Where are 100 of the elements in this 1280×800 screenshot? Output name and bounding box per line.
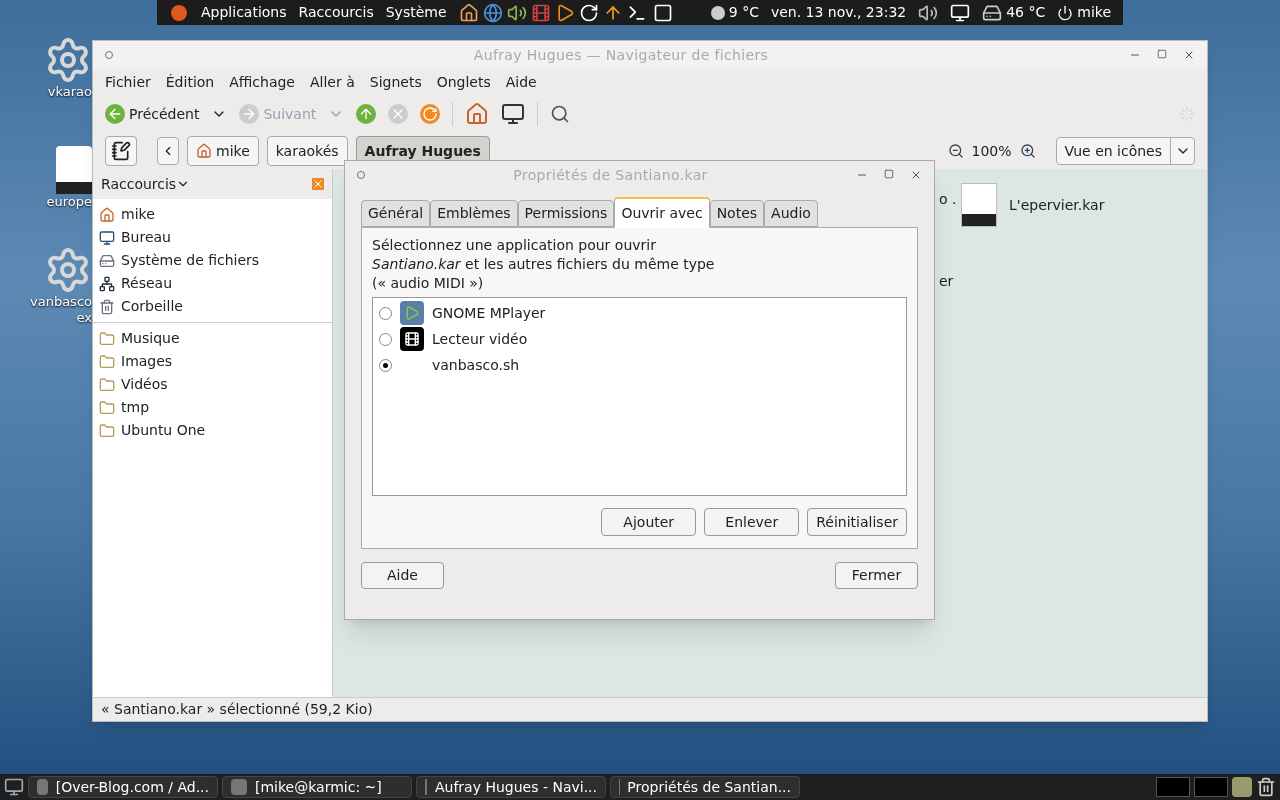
menu-item[interactable]: Aller à [310,71,355,93]
workspace-switcher[interactable] [1194,777,1228,797]
radio-button[interactable] [379,358,392,372]
tab[interactable]: Notes [709,200,765,227]
application-name[interactable]: Lecteur vidéo [432,328,528,350]
drive-icon [99,252,115,269]
menu-item[interactable]: Affichage [229,71,295,93]
film-icon [400,327,424,351]
maximize-icon[interactable] [1157,49,1167,59]
menu-item[interactable]: Fichier [105,71,151,93]
power-icon[interactable] [1057,4,1074,21]
panel-menu[interactable]: Applications [201,2,287,23]
tab[interactable]: Emblèmes [430,200,518,227]
application-name[interactable]: vanbasco.sh [432,354,520,376]
desktop-icon [99,229,115,246]
midi-file-icon[interactable] [961,183,997,227]
video-play-icon [400,301,424,325]
folder-icon [99,330,115,347]
list-action-button[interactable]: Réinitialiser [807,508,907,536]
user-name[interactable]: mike [1077,2,1111,23]
browser-icon[interactable] [482,2,503,23]
home-icon[interactable] [458,2,479,23]
taskbar-item[interactable]: [mike@karmic: ~] [222,776,412,798]
taskbar-item[interactable]: Propriétés de Santian... [610,776,800,798]
sidebar-item[interactable]: Vidéos [121,374,168,395]
description-line: (« audio MIDI ») [372,274,485,293]
menu-item[interactable]: Édition [165,71,215,93]
status-text: « Santiano.kar » sélectionné (59,2 Kio) [101,700,373,719]
list-action-button[interactable]: Enlever [704,508,800,536]
path-button[interactable]: karaokés [266,136,348,166]
menu-item[interactable]: Signets [369,71,422,93]
folder-icon [99,353,115,370]
search-icon[interactable] [550,104,571,124]
sync-icon[interactable] [578,2,599,23]
sidebar-item[interactable]: tmp [121,397,149,418]
help-button[interactable]: Aide [361,562,444,589]
sidebar-item[interactable]: Musique [121,328,180,349]
radio-button[interactable] [379,332,392,346]
application-name[interactable]: GNOME MPlayer [432,302,546,324]
list-action-button[interactable]: Ajouter [601,508,697,536]
tab[interactable]: Audio [764,200,818,227]
sidebar-item[interactable]: Images [121,351,173,372]
desktop-icon-label: europe [46,194,92,210]
menu-item[interactable]: Onglets [436,71,491,93]
file-name[interactable]: er [939,271,954,292]
tab[interactable]: Général [361,200,431,227]
zoom-out-icon[interactable] [947,143,964,159]
volume-icon[interactable] [918,2,939,23]
network-status-icon[interactable] [950,2,971,23]
taskbar-item[interactable]: Aufray Hugues - Navi... [416,776,606,798]
menu-item[interactable]: Aide [505,71,537,93]
radio-button[interactable] [379,306,392,320]
media-icon[interactable] [530,2,551,23]
sidebar-item[interactable]: Bureau [121,227,171,248]
close-icon[interactable] [1183,49,1195,61]
description-line: Santiano.kar et les autres fichiers du même type [372,255,716,274]
home-icon [196,143,212,159]
home-icon [99,206,115,223]
path-button[interactable]: mike [187,136,259,166]
spinner-icon [1179,106,1195,122]
view-dropdown[interactable]: Vue en icônes [1055,137,1195,165]
sidebar-item[interactable]: Système de fichiers [121,250,260,271]
desktop-icon-label: vanbasco [30,294,92,310]
zoom-level: 100% [971,141,1012,161]
description-line: Sélectionnez une application pour ouvrir [372,236,657,255]
trash-icon [99,298,115,315]
close-button[interactable]: Fermer [835,562,918,589]
desktop-icon-label: ex [76,310,92,326]
file-name[interactable]: o . [939,189,957,210]
folder-icon [99,399,115,416]
sidebar-item[interactable]: Corbeille [121,296,183,317]
back-button[interactable]: Précédent [105,103,228,125]
network-icon [99,275,115,292]
moon-icon [710,5,725,20]
sidebar-item[interactable]: Ubuntu One [121,420,206,441]
zoom-in-icon[interactable] [1019,143,1036,159]
workspace-switcher[interactable] [1156,777,1190,797]
dialog-title: Propriétés de Santiano.kar [512,165,709,185]
cpu-temperature: 46 °C [1006,3,1046,22]
tab[interactable]: Permissions [517,200,615,227]
tab[interactable]: Ouvrir avec [614,197,710,228]
file-name[interactable]: L'epervier.kar [1009,194,1105,216]
trash-icon[interactable] [1256,777,1276,797]
weather-temperature[interactable]: 9 °C [728,2,759,23]
taskbar-item[interactable]: [Over-Blog.com / Ad... [28,776,218,798]
desktop-icon-label: vkarao [47,84,92,100]
sound-file-icon[interactable] [56,146,92,194]
sidebar-item[interactable]: mike [121,204,155,225]
maximize-icon[interactable] [884,169,894,179]
sidebar-item[interactable]: Réseau [121,273,173,294]
panel-menu[interactable]: Raccourcis [298,2,374,23]
computer-icon[interactable] [501,102,526,126]
close-icon[interactable] [910,169,922,181]
speaker-icon[interactable] [506,2,527,23]
panel-menu[interactable]: Système [385,2,447,23]
toggle-location-button[interactable] [105,136,137,166]
show-desktop-icon[interactable] [4,777,24,797]
folder-icon [99,422,115,439]
clock[interactable]: ven. 13 nov., 23:32 [770,2,907,23]
path-back-button[interactable] [157,137,179,165]
